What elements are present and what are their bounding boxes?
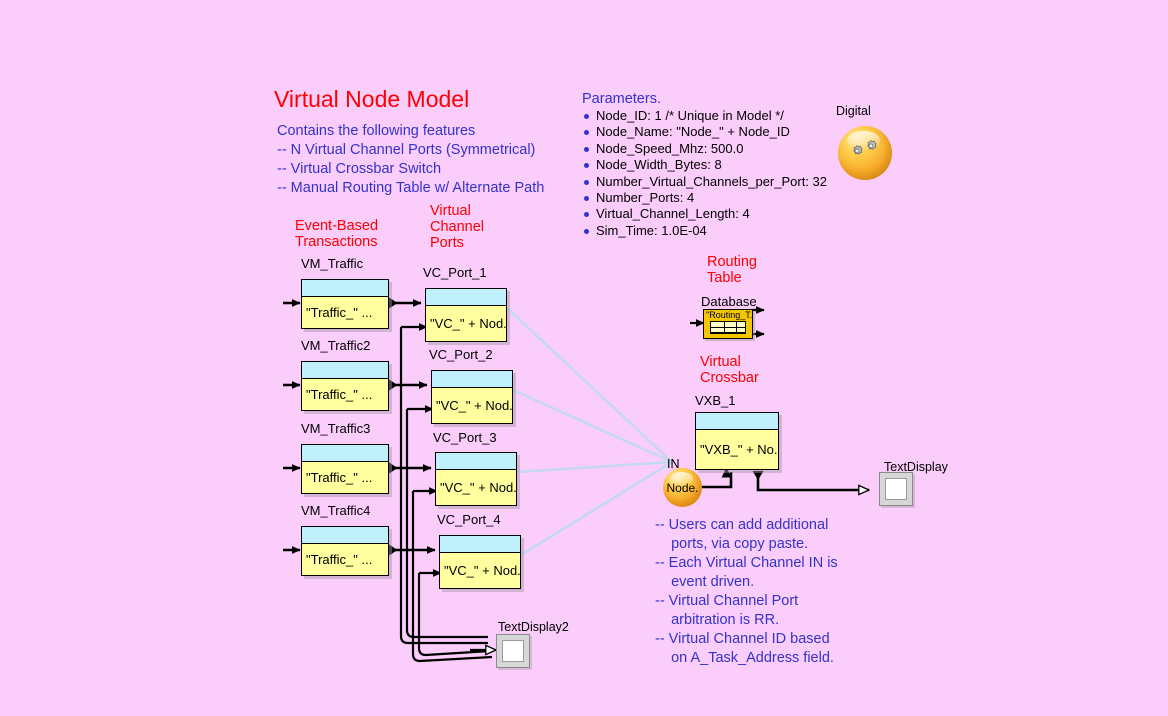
in-node-text: Node.: [666, 480, 699, 495]
block-text: "VC_" + Nod...: [430, 316, 506, 331]
block-label-database: Database: [701, 294, 757, 309]
block-body: "VXB_" + No...: [696, 430, 778, 469]
block-label-vm-traffic3: VM_Traffic3: [301, 421, 371, 436]
database-grid-icon: [710, 321, 746, 334]
block-body: "Traffic_" ...: [302, 379, 388, 410]
parameters-list: Node_ID: 1 /* Unique in Model */ Node_Na…: [583, 108, 827, 239]
block-vm-traffic4[interactable]: "Traffic_" ...: [301, 526, 389, 576]
block-header: [432, 371, 512, 388]
block-header: [302, 280, 388, 297]
display-textdisplay2[interactable]: [496, 634, 530, 668]
parameter-item: Node_Speed_Mhz: 500.0: [583, 141, 827, 157]
digital-icon[interactable]: [838, 126, 892, 180]
parameter-item: Node_ID: 1 /* Unique in Model */: [583, 108, 827, 124]
block-label-vc-port-1: VC_Port_1: [423, 265, 487, 280]
parameter-item: Node_Width_Bytes: 8: [583, 157, 827, 173]
block-vm-traffic3[interactable]: "Traffic_" ...: [301, 444, 389, 494]
block-header: [696, 413, 778, 430]
block-body: "VC_" + Nod...: [440, 553, 520, 588]
block-label-vm-traffic2: VM_Traffic2: [301, 338, 371, 353]
parameter-item: Number_Virtual_Channels_per_Port: 32: [583, 174, 827, 190]
block-body: "VC_" + Nod...: [426, 306, 506, 341]
section-event-based: Event-Based Transactions: [295, 218, 379, 250]
parameters-heading: Parameters.: [582, 91, 661, 107]
block-body: "Traffic_" ...: [302, 462, 388, 493]
block-vm-traffic[interactable]: "Traffic_" ...: [301, 279, 389, 329]
block-label-vc-port-3: VC_Port_3: [433, 430, 497, 445]
parameter-item: Number_Ports: 4: [583, 190, 827, 206]
block-header: [436, 453, 516, 470]
block-label-vc-port-4: VC_Port_4: [437, 512, 501, 527]
block-vm-traffic2[interactable]: "Traffic_" ...: [301, 361, 389, 411]
gear-icon: [867, 140, 877, 150]
block-vxb-1[interactable]: "VXB_" + No...: [695, 412, 779, 470]
block-header: [302, 527, 388, 544]
block-database-routing-table[interactable]: "Routing_T.: [703, 309, 753, 339]
section-virtual-crossbar: Virtual Crossbar: [700, 354, 759, 386]
block-vc-port-3[interactable]: "VC_" + Nod...: [435, 452, 517, 506]
features-text: Contains the following features -- N Vir…: [277, 123, 545, 196]
block-text: "Traffic_" ...: [306, 552, 373, 567]
block-vc-port-4[interactable]: "VC_" + Nod...: [439, 535, 521, 589]
block-text: "VC_" + Nod...: [444, 563, 520, 578]
display-label-textdisplay2: TextDisplay2: [498, 620, 569, 634]
parameter-item: Virtual_Channel_Length: 4: [583, 206, 827, 222]
block-label-vc-port-2: VC_Port_2: [429, 347, 493, 362]
block-label-vm-traffic: VM_Traffic: [301, 256, 364, 271]
block-text: "VC_" + Nod...: [436, 398, 512, 413]
block-text: "VXB_" + No...: [700, 442, 778, 457]
block-text: "VC_" + Nod...: [440, 480, 516, 495]
block-header: [302, 445, 388, 462]
notes-text: -- Users can add additional ports, via c…: [655, 517, 838, 666]
block-header: [302, 362, 388, 379]
block-text: "Traffic_" ...: [306, 387, 373, 402]
section-virtual-channel-ports: Virtual Channel Ports: [430, 203, 485, 251]
parameter-item: Sim_Time: 1.0E-04: [583, 223, 827, 239]
diagram-canvas: Virtual Node Model Contains the followin…: [0, 0, 1168, 716]
block-header: [426, 289, 506, 306]
block-text: "Traffic_" ...: [306, 470, 373, 485]
block-vc-port-2[interactable]: "VC_" + Nod...: [431, 370, 513, 424]
section-routing-table: Routing Table: [707, 254, 757, 286]
in-node-icon[interactable]: Node.: [663, 468, 702, 507]
block-label-vm-traffic4: VM_Traffic4: [301, 503, 371, 518]
block-label-vxb-1: VXB_1: [695, 393, 736, 408]
block-body: "VC_" + Nod...: [436, 470, 516, 505]
block-text: "Traffic_" ...: [306, 305, 373, 320]
digital-label: Digital: [836, 104, 871, 118]
block-body: "VC_" + Nod...: [432, 388, 512, 423]
database-text: "Routing_T.: [706, 310, 753, 320]
block-header: [440, 536, 520, 553]
page-title: Virtual Node Model: [274, 86, 470, 112]
block-vc-port-1[interactable]: "VC_" + Nod...: [425, 288, 507, 342]
block-body: "Traffic_" ...: [302, 544, 388, 575]
display-textdisplay[interactable]: [879, 472, 913, 506]
block-body: "Traffic_" ...: [302, 297, 388, 328]
parameter-item: Node_Name: "Node_" + Node_ID: [583, 124, 827, 140]
